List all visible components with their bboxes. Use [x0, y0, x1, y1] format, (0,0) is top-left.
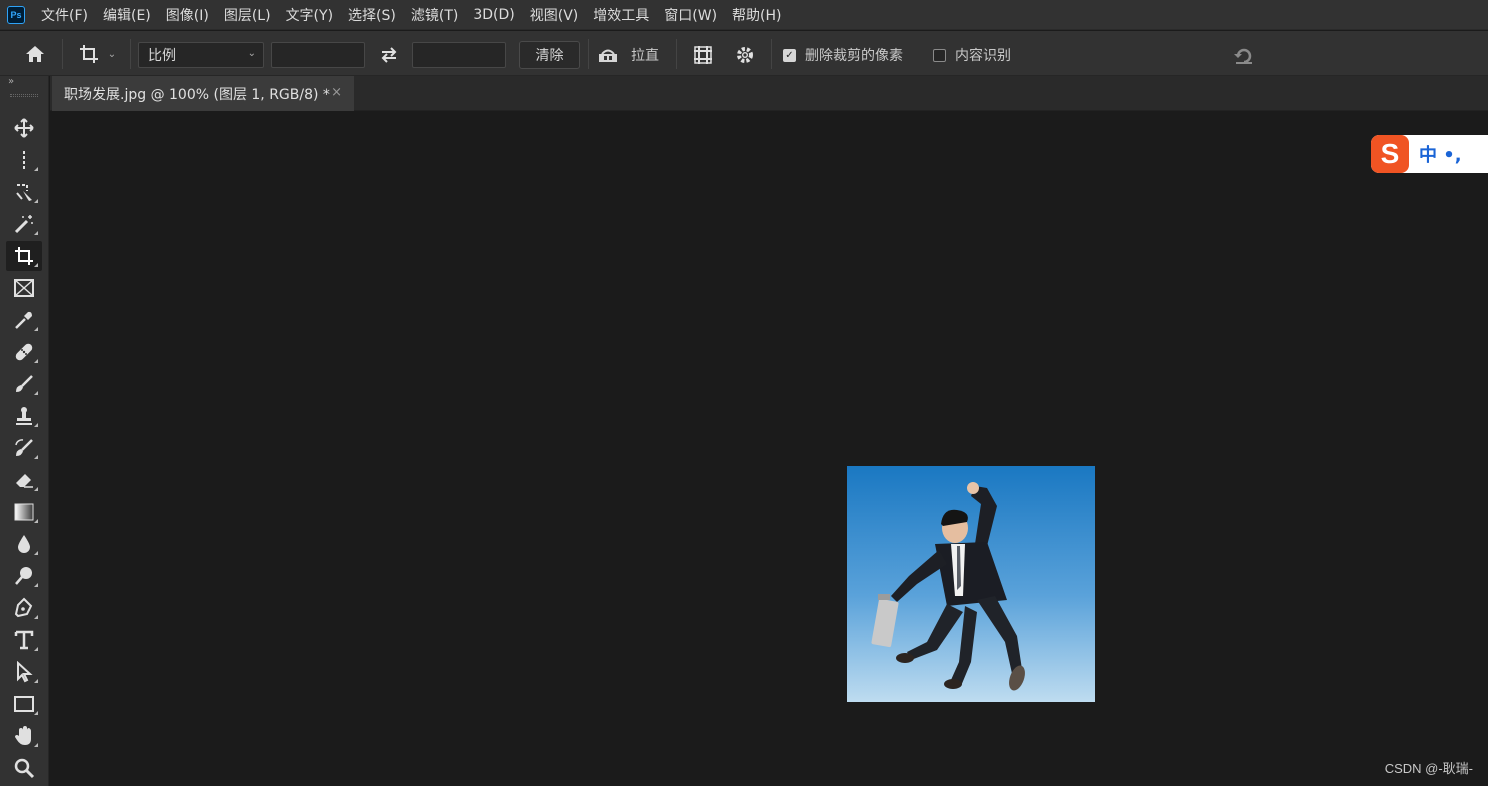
- menu-file[interactable]: 文件(F): [41, 5, 88, 25]
- zoom-tool[interactable]: [6, 753, 42, 783]
- move-tool-icon: [14, 118, 34, 138]
- healing-brush-tool-icon: [15, 343, 33, 361]
- type-tool[interactable]: [6, 625, 42, 655]
- clone-stamp-tool-icon: [16, 407, 32, 425]
- hand-tool[interactable]: [6, 721, 42, 751]
- dodge-tool[interactable]: [6, 561, 42, 591]
- rectangle-tool[interactable]: [6, 689, 42, 719]
- clear-button[interactable]: 清除: [519, 41, 580, 69]
- document-tab-title: 职场发展.jpg @ 100% (图层 1, RGB/8) *: [64, 86, 330, 103]
- menu-view[interactable]: 视图(V): [530, 5, 579, 25]
- reset-crop-button[interactable]: [1230, 43, 1258, 67]
- menu-plugins[interactable]: 增效工具: [593, 5, 649, 25]
- document-tab[interactable]: 职场发展.jpg @ 100% (图层 1, RGB/8) * ×: [52, 76, 354, 111]
- gear-icon: [737, 47, 753, 63]
- overlay-options-button[interactable]: [689, 43, 717, 67]
- delete-cropped-pixels-checkbox[interactable]: ✓: [783, 49, 796, 62]
- brush-tool-icon: [16, 375, 33, 392]
- menu-layer[interactable]: 图层(L): [224, 5, 271, 25]
- path-selection-tool-icon: [17, 661, 33, 683]
- object-selection-tool[interactable]: [6, 177, 42, 207]
- blur-tool-icon: [18, 535, 30, 553]
- watermark: CSDN @-耿瑞-: [1384, 761, 1473, 776]
- rectangular-marquee-tool-icon: [23, 151, 25, 169]
- menu-edit[interactable]: 编辑(E): [103, 5, 151, 25]
- straighten-label[interactable]: 拉直: [631, 45, 659, 65]
- crop-tool-preset-picker[interactable]: ⌄: [72, 41, 122, 67]
- straighten-button[interactable]: [593, 43, 623, 67]
- swap-arrows-icon: [381, 47, 397, 63]
- tools-panel: »: [0, 76, 49, 786]
- menu-filter[interactable]: 滤镜(T): [411, 5, 458, 25]
- ime-status-badge[interactable]: S 中 •,: [1371, 135, 1488, 173]
- sogou-logo-icon: S: [1371, 135, 1409, 173]
- rectangle-tool-icon: [14, 696, 34, 712]
- eraser-tool[interactable]: [6, 465, 42, 495]
- home-icon: [26, 46, 44, 62]
- hand-tool-icon: [15, 726, 31, 745]
- menu-window[interactable]: 窗口(W): [664, 5, 717, 25]
- crop-settings-button[interactable]: [731, 43, 759, 67]
- content-aware-label[interactable]: 内容识别: [955, 45, 1011, 65]
- crop-tool-icon: [15, 247, 33, 265]
- object-selection-tool-icon: [16, 184, 32, 201]
- menu-help[interactable]: 帮助(H): [732, 5, 781, 25]
- path-selection-tool[interactable]: [6, 657, 42, 687]
- eraser-tool-icon: [16, 474, 33, 488]
- document-image: [847, 466, 1095, 702]
- history-brush-tool[interactable]: [6, 433, 42, 463]
- frame-tool[interactable]: [6, 273, 42, 303]
- rectangular-marquee-tool[interactable]: [6, 145, 42, 175]
- clone-stamp-tool[interactable]: [6, 401, 42, 431]
- move-tool[interactable]: [6, 113, 42, 143]
- ime-mode-text: 中 •,: [1419, 145, 1462, 166]
- straighten-level-icon: [599, 49, 617, 62]
- grid-icon: [694, 46, 712, 64]
- swap-dimensions-button[interactable]: [374, 43, 404, 67]
- type-tool-icon: [14, 630, 34, 650]
- crop-icon: [79, 45, 98, 63]
- chevron-down-icon: ⌄: [247, 48, 256, 59]
- reset-icon: [1234, 48, 1252, 64]
- gradient-tool-icon: [14, 503, 34, 521]
- collapse-panel-icon[interactable]: »: [8, 76, 14, 87]
- delete-cropped-pixels-label[interactable]: 删除裁剪的像素: [805, 45, 903, 65]
- document-canvas[interactable]: [50, 111, 1488, 786]
- menu-select[interactable]: 选择(S): [348, 5, 396, 25]
- menu-bar: Ps 文件(F) 编辑(E) 图像(I) 图层(L) 文字(Y) 选择(S) 滤…: [0, 0, 1488, 30]
- blur-tool[interactable]: [6, 529, 42, 559]
- healing-brush-tool[interactable]: [6, 337, 42, 367]
- ratio-select-value: 比例: [148, 48, 176, 64]
- pen-tool[interactable]: [6, 593, 42, 623]
- zoom-tool-icon: [14, 758, 35, 779]
- crop-tool[interactable]: [6, 241, 42, 271]
- pen-tool-icon: [14, 597, 33, 618]
- history-brush-tool-icon: [15, 439, 33, 456]
- document-tab-strip: 职场发展.jpg @ 100% (图层 1, RGB/8) * ×: [50, 76, 1488, 111]
- brush-tool[interactable]: [6, 369, 42, 399]
- panel-grip[interactable]: [10, 94, 38, 97]
- menu-image[interactable]: 图像(I): [166, 5, 209, 25]
- magic-wand-tool[interactable]: [6, 209, 42, 239]
- crop-height-input[interactable]: [412, 42, 506, 68]
- ratio-select[interactable]: 比例 ⌄: [138, 42, 264, 68]
- options-bar: ⌄ 比例 ⌄ 清除 拉直 ✓ 删除裁剪的像素 内容识别: [0, 31, 1488, 76]
- close-icon[interactable]: ×: [331, 85, 342, 100]
- chevron-down-icon: ⌄: [107, 48, 117, 60]
- gradient-tool[interactable]: [6, 497, 42, 527]
- eyedropper-tool[interactable]: [6, 305, 42, 335]
- crop-width-input[interactable]: [271, 42, 365, 68]
- menu-type[interactable]: 文字(Y): [286, 5, 333, 25]
- content-aware-checkbox[interactable]: [933, 49, 946, 62]
- magic-wand-tool-icon: [14, 215, 33, 234]
- dodge-tool-icon: [15, 567, 32, 585]
- jumping-businessman-photo: [847, 466, 1095, 702]
- frame-tool-icon: [14, 279, 34, 297]
- eyedropper-tool-icon: [15, 311, 32, 329]
- home-button[interactable]: [20, 41, 50, 67]
- photoshop-logo-icon: Ps: [7, 5, 25, 24]
- menu-3d[interactable]: 3D(D): [473, 7, 514, 23]
